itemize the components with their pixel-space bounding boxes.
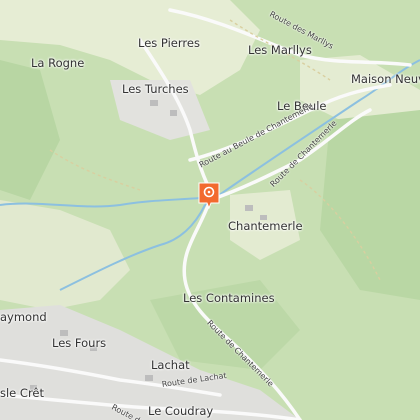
place-lachat: Lachat: [151, 358, 190, 372]
place-maison-neuve: Maison Neuve: [351, 72, 420, 86]
place-les-marllys: Les Marllys: [248, 43, 312, 57]
place-la-rogne: La Rogne: [31, 56, 85, 70]
place-les-fours: Les Fours: [52, 336, 107, 350]
place-les-turches: Les Turches: [122, 82, 189, 96]
place-les-pierres: Les Pierres: [138, 36, 200, 50]
map-pin-icon[interactable]: [197, 181, 221, 210]
place-chantemerle: Chantemerle: [228, 219, 303, 233]
place-le-cret: sle Crêt: [0, 386, 45, 400]
place-raymond: aymond: [0, 310, 47, 324]
place-le-coudray: Le Coudray: [148, 404, 214, 418]
place-les-contamines: Les Contamines: [183, 291, 275, 305]
map-canvas[interactable]: Les Pierres La Rogne Les Turches Les Mar…: [0, 0, 420, 420]
